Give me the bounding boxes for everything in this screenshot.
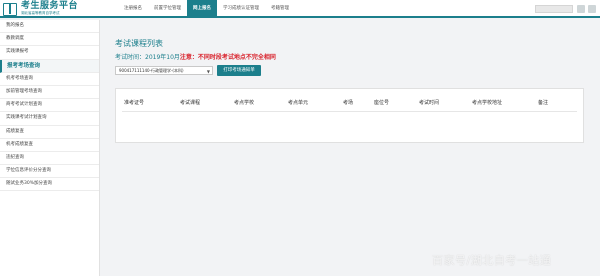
sidebar-item-degree-score[interactable]: 学位信息评价分分查询 xyxy=(0,165,99,179)
site-logo[interactable]: 考生服务平台 湖北省高等教育自学考试 xyxy=(3,1,78,17)
book-icon xyxy=(3,2,17,16)
sidebar-item-practice-plan[interactable]: 实践课考试计划查询 xyxy=(0,112,99,126)
course-select[interactable]: 900417111140-行政管理学-(本科) ▼ xyxy=(115,66,213,75)
nav-item-degree[interactable]: 前置学位管理 xyxy=(148,0,187,18)
column-header-time: 考试时间 xyxy=(419,100,440,106)
main-content: 考试课程列表 考试时间：2019年10月注意：不同时段考试地点不完全相同 900… xyxy=(101,20,600,276)
main-nav: 注册报名 前置学位管理 网上报名 学习成绩认证管理 考籍管理 xyxy=(118,0,295,18)
column-header-school: 考点学校 xyxy=(234,100,255,106)
page-title: 考试课程列表 xyxy=(115,39,163,48)
exam-warning-note: 注意：不同时段考试地点不完全相同 xyxy=(179,54,276,61)
chevron-down-icon: ▼ xyxy=(206,69,210,74)
sidebar-item-schedule[interactable]: 教教调度 xyxy=(0,33,99,47)
exam-table: 准考证号 考试课程 考点学校 考点单元 考场 座位号 考试时间 考点学校地址 备… xyxy=(115,88,584,143)
sidebar-item-bonus[interactable]: 随试业务30%加分查询 xyxy=(0,178,99,192)
column-header-course: 考试课程 xyxy=(180,100,201,106)
column-header-seat: 座位号 xyxy=(374,100,390,106)
sidebar-item-my-signup[interactable]: 我的报名 xyxy=(0,20,99,34)
user-name-box[interactable] xyxy=(535,5,573,13)
sidebar: 我的报名 教教调度 实践课报考 报考考场查询 机考考场查询 加前管理考场查询 商… xyxy=(0,20,100,276)
exam-time-label: 考试时间：2019年10月 xyxy=(115,54,180,61)
sidebar-section-exam-room: 报考考场查询 xyxy=(0,59,99,73)
nav-item-online-signup[interactable]: 网上报名 xyxy=(187,0,217,18)
logout-icon[interactable] xyxy=(588,5,596,13)
sidebar-item-pre-room[interactable]: 加前管理考场查询 xyxy=(0,86,99,100)
course-select-value: 900417111140-行政管理学-(本科) xyxy=(119,68,184,73)
sidebar-item-violation[interactable]: 违纪查询 xyxy=(0,152,99,166)
watermark: 百家号/湖北自考一站通 xyxy=(432,254,552,267)
settings-icon[interactable] xyxy=(577,5,585,13)
nav-item-register[interactable]: 注册报名 xyxy=(118,0,148,18)
column-header-room: 考场 xyxy=(343,100,354,106)
print-notice-button[interactable]: 打印考场通知单 xyxy=(217,65,261,76)
logo-title: 考生服务平台 xyxy=(21,1,79,12)
sidebar-item-score-review[interactable]: 成绩复查 xyxy=(0,126,99,139)
column-header-remarks: 备注 xyxy=(538,100,549,106)
column-header-address: 考点学校地址 xyxy=(472,100,503,106)
exam-time-line: 考试时间：2019年10月注意：不同时段考试地点不完全相同 xyxy=(115,52,276,61)
nav-item-records[interactable]: 考籍管理 xyxy=(265,0,295,18)
nav-item-score-cert[interactable]: 学习成绩认证管理 xyxy=(217,0,265,18)
sidebar-item-machine-room[interactable]: 机考考场查询 xyxy=(0,73,99,86)
column-header-ticket: 准考证号 xyxy=(124,100,145,106)
column-header-unit: 考点单元 xyxy=(288,100,309,106)
sidebar-item-plan[interactable]: 商考考试计划查询 xyxy=(0,99,99,113)
table-divider xyxy=(122,111,577,112)
sidebar-item-machine-score-review[interactable]: 机考成绩复查 xyxy=(0,139,99,152)
sidebar-item-practice-signup[interactable]: 实践课报考 xyxy=(0,46,99,60)
logo-subtitle: 湖北省高等教育自学考试 xyxy=(21,11,60,16)
table-header-row: 准考证号 考试课程 考点学校 考点单元 考场 座位号 考试时间 考点学校地址 备… xyxy=(116,97,583,109)
top-header: 考生服务平台 湖北省高等教育自学考试 注册报名 前置学位管理 网上报名 学习成绩… xyxy=(0,0,600,18)
